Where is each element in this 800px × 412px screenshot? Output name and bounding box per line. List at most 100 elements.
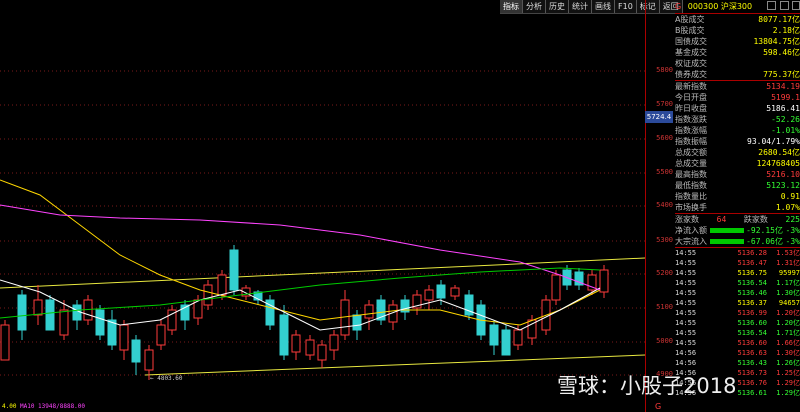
- price-tick-label: 5100: [656, 303, 673, 311]
- candle-body: [45, 299, 55, 331]
- stat-label: 基金成交: [675, 48, 707, 57]
- tick-volume: 1.17亿: [776, 279, 800, 287]
- stat-value: 13804.75亿: [753, 37, 800, 46]
- channel-upper-line: [0, 257, 645, 289]
- stat-row: A股成交 8077.17亿: [675, 14, 800, 25]
- stat-value: -52.26: [771, 115, 800, 124]
- ma-info-label: MA10 13948/8888.00: [20, 403, 85, 410]
- tick-volume: 1.20亿: [776, 309, 800, 317]
- kline-chart[interactable]: ← 4803.60 4.00 MA10 13948/8888.00: [0, 0, 645, 412]
- tick-time: 14:55: [675, 299, 697, 307]
- stat-label: 市场换手: [675, 203, 707, 212]
- tick-row: 14:55 5136.75 95997: [675, 268, 800, 278]
- tick-volume: 1.25亿: [776, 369, 800, 377]
- flow-label: 净流入额: [675, 226, 707, 235]
- tick-price: 5136.63: [737, 349, 767, 357]
- stat-label: 昨日收盘: [675, 104, 707, 113]
- tick-price: 5136.47: [737, 259, 767, 267]
- index-stats: 最新指数 5134.19 今日开盘 5199.1 昨日收盘 5186.41 指数涨跌 -52.…: [675, 80, 800, 213]
- tick-time: 14:56: [675, 349, 697, 357]
- stat-label: 指数量比: [675, 192, 707, 201]
- turnover-stats: A股成交 8077.17亿 B股成交 2.18亿 国债成交 13804.75亿基金成交 59…: [675, 14, 800, 80]
- stat-row: 最低指数 5123.12: [675, 180, 800, 191]
- market-breadth: 涨家数 64 跌家数 225: [675, 213, 800, 225]
- tick-volume: 1.66亿: [776, 339, 800, 347]
- tick-row: 14:55 5136.99 1.20亿: [675, 308, 800, 318]
- price-tick-label: 5800: [656, 66, 673, 74]
- tick-time: 14:55: [675, 339, 697, 347]
- tick-row: 14:55 5136.28 1.53亿: [675, 248, 800, 258]
- stat-row: 权证成交: [675, 58, 800, 69]
- index-title[interactable]: 000300 沪深300: [688, 2, 752, 11]
- stat-label: B股成交: [675, 26, 705, 35]
- tick-price: 5136.54: [737, 279, 767, 287]
- price-tick-label: 5600: [656, 134, 673, 142]
- stat-label: 债券成交: [675, 70, 707, 79]
- candle-body: [450, 287, 460, 297]
- candle-body: [33, 299, 43, 316]
- tick-price: 5136.37: [737, 299, 767, 307]
- stat-row: 指数量比 0.91: [675, 191, 800, 202]
- tick-row: 14:56 5136.63 1.30亿: [675, 348, 800, 358]
- stat-row: 最新指数 5134.19: [675, 81, 800, 92]
- tick-volume: 1.71亿: [776, 329, 800, 337]
- corner-badge: G: [655, 402, 662, 411]
- stat-value: 775.37亿: [763, 70, 800, 79]
- flow-value: -92.15亿: [746, 226, 783, 235]
- tick-volume: 1.29亿: [776, 379, 800, 387]
- tick-time: 14:55: [675, 279, 697, 287]
- up-count: 64: [716, 215, 727, 224]
- stat-value: 2680.54亿: [758, 148, 800, 157]
- stat-label: 指数涨幅: [675, 126, 707, 135]
- stat-row: B股成交 2.18亿: [675, 25, 800, 36]
- stat-row: 债券成交 775.37亿: [675, 69, 800, 80]
- candle-body: [144, 349, 154, 371]
- price-axis: 5800 5700 5600 5500 5400 5300 5200 5100 5000 4900: [645, 0, 676, 412]
- index-badge: G: [675, 2, 682, 11]
- tick-volume: 1.31亿: [776, 259, 800, 267]
- stat-value: 598.46亿: [763, 48, 800, 57]
- stat-row: 指数振幅 93.04/1.79%: [675, 136, 800, 147]
- stat-label: A股成交: [675, 15, 705, 24]
- breadth-row: 涨家数 64 跌家数 225: [675, 214, 800, 225]
- tick-row: 14:55 5136.54 1.17亿: [675, 278, 800, 288]
- candle-body: [501, 329, 511, 356]
- stat-label: 最低指数: [675, 181, 707, 190]
- tick-row: 14:55 5136.60 1.66亿: [675, 338, 800, 348]
- candle-body: [551, 274, 561, 301]
- tick-price: 5136.60: [737, 319, 767, 327]
- stat-label: 指数振幅: [675, 137, 707, 146]
- capital-flows: 净流入额 -92.15亿 -3% 大宗流入 -67.06亿 -3%: [675, 225, 800, 247]
- stat-value: 0.91: [780, 192, 800, 201]
- stat-label: 最新指数: [675, 82, 707, 91]
- stat-value: -1.01%: [771, 126, 800, 135]
- tick-time: 14:55: [675, 319, 697, 327]
- tick-row: 14:55 5136.60 1.20亿: [675, 318, 800, 328]
- tick-volume: 1.30亿: [776, 349, 800, 357]
- stat-value: 1.07%: [775, 203, 800, 212]
- price-tick-label: 5200: [656, 269, 673, 277]
- tick-row: 14:55 5136.46 1.30亿: [675, 288, 800, 298]
- flow-label: 大宗流入: [675, 237, 707, 246]
- stat-label: 国债成交: [675, 37, 707, 46]
- flow-value: -67.06亿: [746, 237, 783, 246]
- candle-body: [229, 249, 239, 291]
- stat-label: 总成交量: [675, 159, 707, 168]
- price-tick-label: 5400: [656, 201, 673, 209]
- stat-value: 5134.19: [766, 82, 800, 91]
- flow-bar: [709, 239, 744, 244]
- tick-price: 5136.99: [737, 309, 767, 317]
- quote-panel: G 000300 沪深300 A股成交 8077.17亿 B股成交 2.18亿 国债成交…: [675, 0, 800, 412]
- candle-body: [72, 304, 82, 321]
- tick-time: 14:56: [675, 359, 697, 367]
- down-count-label: 跌家数: [743, 215, 768, 224]
- stat-row: 市场换手 1.07%: [675, 202, 800, 213]
- stat-row: 指数涨幅 -1.01%: [675, 125, 800, 136]
- stat-row: 总成交量 124768405: [675, 158, 800, 169]
- candle-body: [203, 284, 213, 306]
- tick-price: 5136.60: [737, 339, 767, 347]
- ma20-line: [0, 204, 601, 291]
- candle-body: [513, 329, 523, 346]
- price-tick-label: 5700: [656, 100, 673, 108]
- candle-body: [329, 334, 339, 351]
